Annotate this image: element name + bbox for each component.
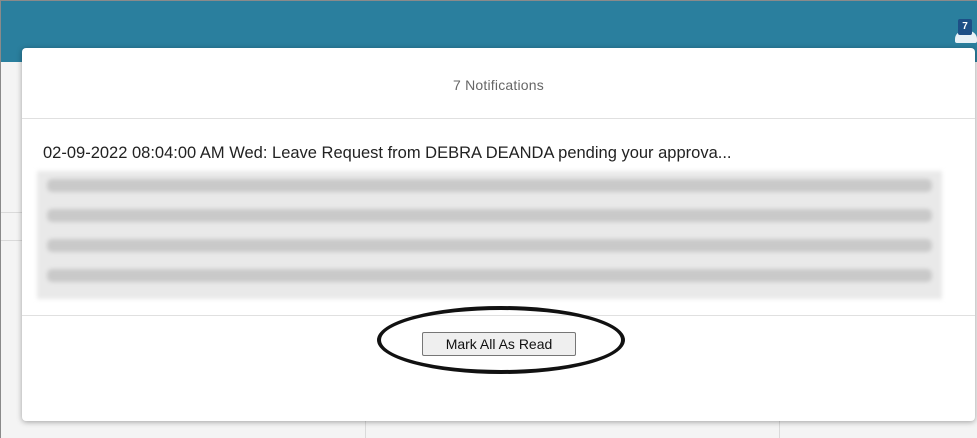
notifications-footer: Mark All As Read xyxy=(22,315,975,422)
notifications-header: 7 Notifications xyxy=(22,48,975,119)
background-divider xyxy=(1,240,23,241)
redacted-notifications xyxy=(37,171,942,299)
background-divider xyxy=(779,421,780,438)
background-divider xyxy=(1,212,23,213)
redacted-row xyxy=(47,269,932,282)
background-divider xyxy=(365,421,366,438)
redacted-row xyxy=(47,179,932,192)
redacted-row xyxy=(47,239,932,252)
notification-item[interactable]: 02-09-2022 08:04:00 AM Wed: Leave Reques… xyxy=(43,144,953,163)
notification-count-badge: 7 xyxy=(958,19,972,35)
notification-bell[interactable]: 7 xyxy=(955,19,977,45)
redacted-row xyxy=(47,209,932,222)
notifications-modal: 7 Notifications 02-09-2022 08:04:00 AM W… xyxy=(22,48,975,421)
notifications-list: 02-09-2022 08:04:00 AM Wed: Leave Reques… xyxy=(22,119,975,315)
mark-all-as-read-button[interactable]: Mark All As Read xyxy=(422,332,576,356)
